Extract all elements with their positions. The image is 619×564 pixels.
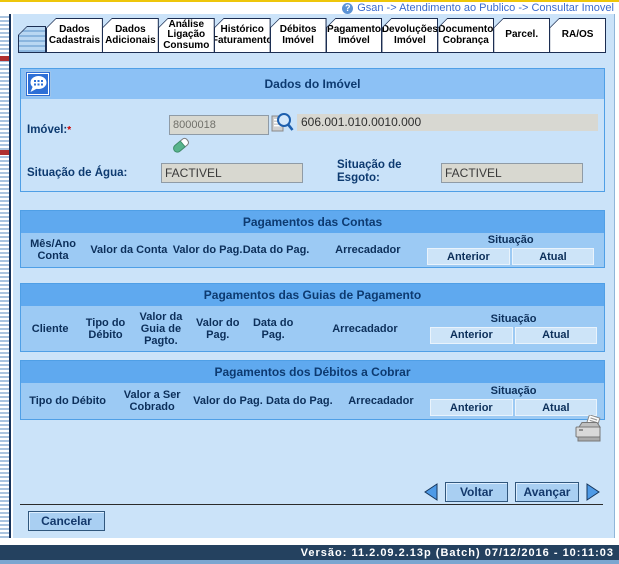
printer-icon[interactable] [572,415,604,445]
agua-label: Situação de Água: [27,167,127,180]
help-icon[interactable]: ? [342,3,353,14]
version-bar: Versão: 11.2.09.2.13p (Batch) 07/12/2016… [0,545,619,560]
column-header: Mês/Ano Conta [21,238,85,262]
situacao-label: Situação [429,385,598,397]
tab-stub-stripes [19,27,45,52]
magnifier-icon[interactable] [270,111,294,135]
column-header: Data do Pag. [245,317,300,341]
voltar-button[interactable]: Voltar [445,482,508,502]
tab-debitos-imovel[interactable]: Débitos Imóvel [270,18,327,53]
left-frame-stripe [0,14,11,538]
section-column-headers: Tipo do Débito Valor a Ser Cobrado Valor… [21,383,604,419]
panel-dados-imovel: Dados do Imóvel Imóvel:* 606.001.010.001… [20,68,605,192]
column-header: Cliente [21,323,79,335]
situacao-label: Situação [429,313,598,325]
column-header: Valor do Pag. [173,244,243,256]
section-pagamentos-guias: Pagamentos das Guias de Pagamento Client… [20,283,605,352]
comment-icon [25,71,51,97]
eraser-icon[interactable] [171,135,191,155]
agua-value [161,163,303,183]
imovel-input[interactable] [169,115,269,135]
tab-bar: Dados Cadastrais Dados Adicionais Anális… [46,18,606,53]
tab-analise-ligacao-consumo[interactable]: Análise Ligação Consumo [158,18,215,53]
tab-stub [18,26,46,53]
situacao-group: Situação Anterior Atual [426,234,595,266]
section-pagamentos-contas: Pagamentos das Contas Mês/Ano Conta Valo… [20,210,605,268]
tab-documento-cobranca[interactable]: Documento Cobrança [437,18,494,53]
inscricao-value: 606.001.010.0010.000 [297,114,598,131]
situacao-group: Situação Anterior Atual [429,313,598,345]
tab-parcel[interactable]: Parcel. [493,18,550,53]
cancelar-button[interactable]: Cancelar [28,511,105,531]
tab-devolucoes-imovel[interactable]: Devoluções Imóvel [381,18,438,53]
column-header: Data do Pag. [266,395,333,407]
situacao-anterior-cell: Anterior [427,248,510,265]
column-header: Tipo do Débito [79,317,131,341]
situacao-group: Situação Anterior Atual [429,385,598,417]
section-title: Pagamentos das Guias de Pagamento [21,284,604,306]
tab-historico-faturamento[interactable]: Histórico Faturamento [214,18,271,53]
tab-dados-cadastrais[interactable]: Dados Cadastrais [46,18,103,53]
situacao-atual-cell: Atual [515,327,598,344]
situacao-atual-cell: Atual [512,248,595,265]
breadcrumb: Gsan -> Atendimento ao Publico -> Consul… [357,3,614,14]
separator-line [20,504,603,505]
tab-pagamento-imovel[interactable]: Pagamento Imóvel [326,18,383,53]
situacao-anterior-cell: Anterior [430,327,513,344]
column-header: Valor do Pag. [190,317,245,341]
next-arrow-icon[interactable] [585,482,601,502]
column-header: Data do Pag. [243,244,310,256]
tab-dados-adicionais[interactable]: Dados Adicionais [102,18,159,53]
prev-arrow-icon[interactable] [423,482,439,502]
section-column-headers: Cliente Tipo do Débito Valor da Guia de … [21,306,604,351]
esgoto-value [441,163,583,183]
required-asterisk: * [67,125,71,136]
imovel-label-text: Imóvel: [27,124,67,136]
column-header: Valor da Guia de Pagto. [132,311,190,347]
main-area: Dados Cadastrais Dados Adicionais Anális… [13,14,615,538]
situacao-cells: Anterior Atual [426,247,595,266]
situacao-anterior-cell: Anterior [430,399,513,416]
breadcrumb-bar: ? Gsan -> Atendimento ao Publico -> Cons… [0,2,619,14]
column-header: Arrecadador [333,395,429,407]
panel-header: Dados do Imóvel [21,69,604,99]
gsan-window: ? Gsan -> Atendimento ao Publico -> Cons… [0,0,619,564]
version-text: Versão: 11.2.09.2.13p (Batch) 07/12/2016… [301,547,614,559]
section-title: Pagamentos dos Débitos a Cobrar [21,361,604,383]
column-header: Arrecadador [310,244,427,256]
column-header: Tipo do Débito [21,395,114,407]
section-title: Pagamentos das Contas [21,211,604,233]
avancar-button[interactable]: Avançar [515,482,579,502]
esgoto-label: Situação de Esgoto: [337,159,402,185]
panel-title: Dados do Imóvel [264,77,360,91]
section-pagamentos-debitos: Pagamentos dos Débitos a Cobrar Tipo do … [20,360,605,420]
bottom-strip [0,560,619,564]
stripe-mark [0,150,9,155]
column-header: Valor a Ser Cobrado [114,389,190,413]
section-column-headers: Mês/Ano Conta Valor da Conta Valor do Pa… [21,233,604,267]
column-header: Valor da Conta [85,244,172,256]
situacao-atual-cell: Atual [515,399,598,416]
situacao-cells: Anterior Atual [429,326,598,345]
situacao-label: Situação [426,234,595,246]
imovel-label: Imóvel:* [27,124,71,137]
stripe-mark [0,56,9,61]
tab-ra-os[interactable]: RA/OS [549,18,606,53]
column-header: Valor do Pag. [190,395,266,407]
column-header: Arrecadador [301,323,429,335]
